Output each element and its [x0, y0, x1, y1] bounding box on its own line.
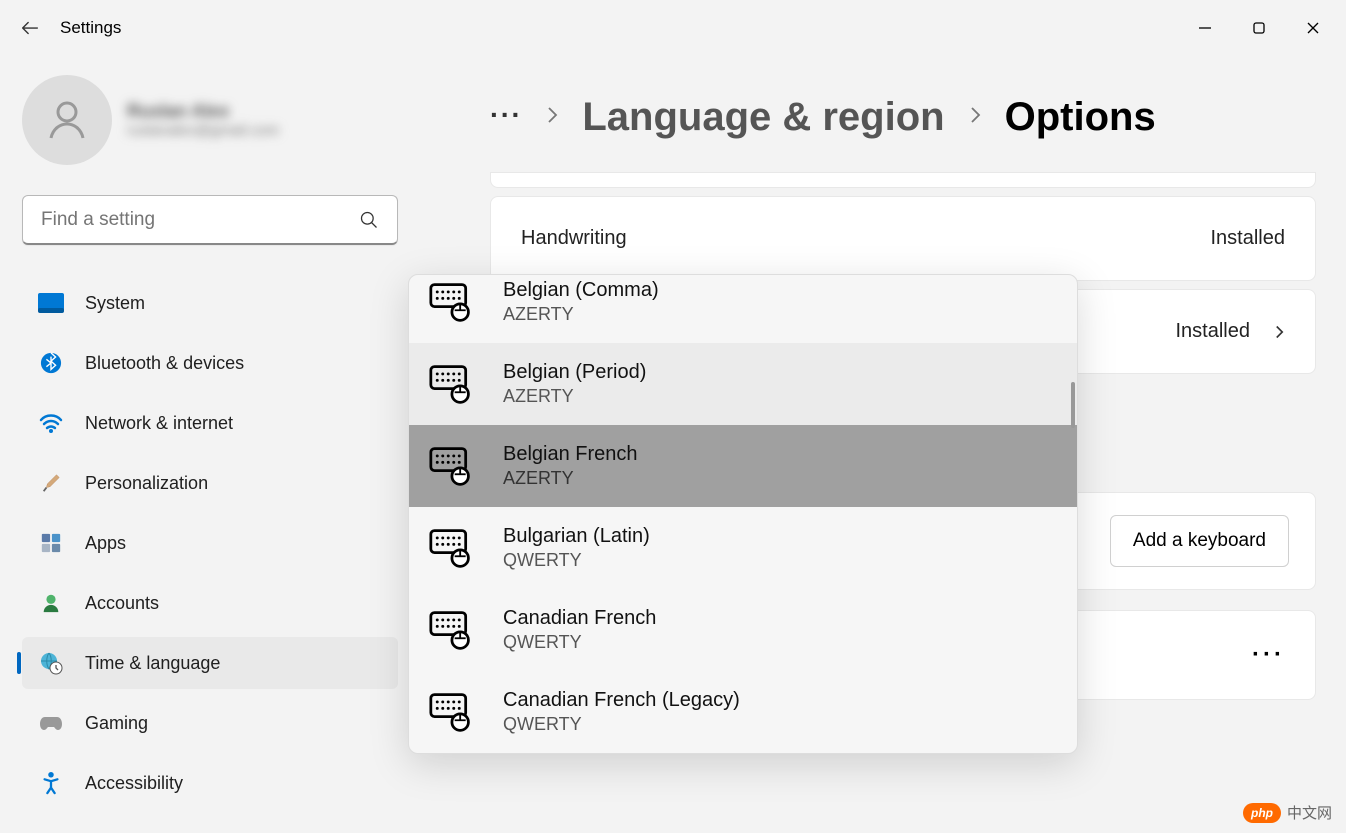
keyboard-option[interactable]: Belgian (Comma)AZERTY: [409, 275, 1077, 343]
keyboard-layout: AZERTY: [503, 386, 646, 407]
card-status: Installed: [1211, 227, 1286, 250]
apps-icon: [37, 531, 65, 555]
chevron-right-icon: [1274, 323, 1285, 341]
sidebar-item-accessibility[interactable]: Accessibility: [22, 757, 398, 809]
window-controls: [1182, 8, 1336, 48]
sidebar-item-system[interactable]: System: [22, 277, 398, 329]
keyboard-option-selected[interactable]: Belgian FrenchAZERTY: [409, 425, 1077, 507]
user-name: Ruslan Alex: [127, 101, 279, 122]
keyboard-option[interactable]: Bulgarian (Latin)QWERTY: [409, 507, 1077, 589]
keyboard-layout: AZERTY: [503, 468, 638, 489]
avatar: [22, 75, 112, 165]
bluetooth-icon: [37, 351, 65, 375]
watermark-badge: php: [1243, 803, 1281, 823]
keyboard-mouse-icon: [429, 692, 473, 732]
sidebar-item-label: Gaming: [85, 713, 148, 734]
more-options-icon[interactable]: ···: [1252, 641, 1285, 669]
keyboard-mouse-icon: [429, 282, 473, 322]
sidebar-item-time-language[interactable]: Time & language: [22, 637, 398, 689]
sidebar-item-label: Apps: [85, 533, 126, 554]
keyboard-dropdown: Belgian (Comma)AZERTY Belgian (Period)AZ…: [408, 274, 1078, 754]
keyboard-mouse-icon: [429, 528, 473, 568]
keyboard-name: Belgian (Period): [503, 361, 646, 384]
user-block[interactable]: Ruslan Alex ruslanalex@gmail.com: [22, 75, 398, 165]
close-button[interactable]: [1290, 8, 1336, 48]
keyboard-name: Canadian French: [503, 607, 656, 630]
sidebar: Ruslan Alex ruslanalex@gmail.com System …: [0, 55, 420, 833]
keyboard-layout: QWERTY: [503, 550, 650, 571]
keyboard-mouse-icon: [429, 364, 473, 404]
wifi-icon: [37, 411, 65, 435]
keyboard-name: Canadian French (Legacy): [503, 689, 740, 712]
minimize-button[interactable]: [1182, 8, 1228, 48]
sidebar-item-label: Bluetooth & devices: [85, 353, 244, 374]
sidebar-item-label: Network & internet: [85, 413, 233, 434]
titlebar: Settings: [0, 0, 1346, 55]
add-keyboard-button[interactable]: Add a keyboard: [1110, 515, 1289, 567]
keyboard-name: Belgian (Comma): [503, 279, 659, 302]
keyboard-layout: AZERTY: [503, 304, 659, 325]
card-partial: [490, 172, 1316, 188]
breadcrumb: ... Language & region Options: [490, 95, 1316, 140]
breadcrumb-ellipsis[interactable]: ...: [490, 108, 522, 128]
breadcrumb-parent[interactable]: Language & region: [582, 95, 944, 140]
chevron-right-icon: [546, 106, 558, 129]
keyboard-mouse-icon: [429, 610, 473, 650]
account-icon: [37, 591, 65, 615]
card-status: Installed: [1176, 320, 1251, 343]
sidebar-item-apps[interactable]: Apps: [22, 517, 398, 569]
gamepad-icon: [37, 711, 65, 735]
globe-clock-icon: [37, 651, 65, 675]
sidebar-item-bluetooth[interactable]: Bluetooth & devices: [22, 337, 398, 389]
maximize-button[interactable]: [1236, 8, 1282, 48]
keyboard-mouse-icon: [429, 446, 473, 486]
user-email: ruslanalex@gmail.com: [127, 122, 279, 139]
nav-list: System Bluetooth & devices Network & int…: [22, 277, 398, 809]
accessibility-icon: [37, 771, 65, 795]
keyboard-option[interactable]: Canadian French (Legacy)QWERTY: [409, 671, 1077, 753]
sidebar-item-label: Accounts: [85, 593, 159, 614]
maximize-icon: [1252, 21, 1266, 35]
close-icon: [1306, 21, 1320, 35]
sidebar-item-label: Personalization: [85, 473, 208, 494]
search-input[interactable]: [41, 209, 359, 231]
search-icon: [359, 210, 379, 230]
chevron-right-icon: [969, 106, 981, 129]
breadcrumb-current: Options: [1005, 95, 1156, 140]
handwriting-card[interactable]: Handwriting Installed: [490, 196, 1316, 281]
watermark-text: 中文网: [1287, 802, 1332, 823]
back-button[interactable]: [10, 8, 50, 48]
sidebar-item-label: System: [85, 293, 145, 314]
monitor-icon: [37, 291, 65, 315]
sidebar-item-network[interactable]: Network & internet: [22, 397, 398, 449]
sidebar-item-personalization[interactable]: Personalization: [22, 457, 398, 509]
back-arrow-icon: [19, 17, 41, 39]
app-title: Settings: [60, 18, 121, 38]
sidebar-item-label: Time & language: [85, 653, 220, 674]
keyboard-name: Belgian French: [503, 443, 638, 466]
sidebar-item-label: Accessibility: [85, 773, 183, 794]
keyboard-option[interactable]: Canadian FrenchQWERTY: [409, 589, 1077, 671]
minimize-icon: [1198, 21, 1212, 35]
keyboard-layout: QWERTY: [503, 714, 740, 735]
watermark: php 中文网: [1243, 802, 1332, 823]
search-box[interactable]: [22, 195, 398, 245]
person-icon: [43, 96, 91, 144]
keyboard-option[interactable]: Belgian (Period)AZERTY: [409, 343, 1077, 425]
keyboard-layout: QWERTY: [503, 632, 656, 653]
sidebar-item-accounts[interactable]: Accounts: [22, 577, 398, 629]
card-label: Handwriting: [521, 227, 627, 250]
paintbrush-icon: [37, 471, 65, 495]
scrollbar-thumb[interactable]: [1071, 382, 1075, 428]
sidebar-item-gaming[interactable]: Gaming: [22, 697, 398, 749]
keyboard-name: Bulgarian (Latin): [503, 525, 650, 548]
user-info: Ruslan Alex ruslanalex@gmail.com: [127, 101, 279, 139]
